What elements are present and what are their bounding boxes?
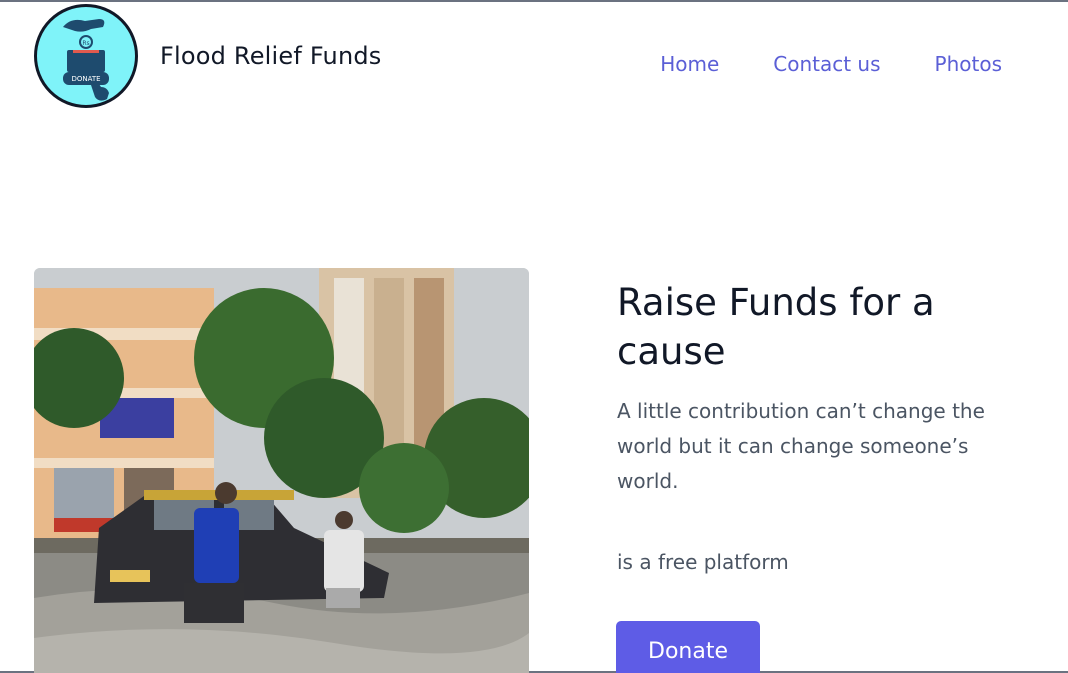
flood-scene-image — [34, 268, 529, 673]
nav-photos-link[interactable]: Photos — [935, 52, 1002, 76]
hero-flood-photo — [34, 268, 529, 673]
page-frame: Rs DONATE Flood Relief Funds Home Contac… — [0, 0, 1068, 673]
donate-button[interactable]: Donate — [616, 621, 760, 673]
platform-text: is a free platform — [617, 550, 789, 574]
donate-logo-icon: Rs DONATE — [63, 19, 109, 101]
donate-logo[interactable]: Rs DONATE — [34, 4, 138, 108]
site-title: Flood Relief Funds — [160, 42, 382, 70]
svg-text:Rs: Rs — [82, 40, 89, 47]
hero-headline: Raise Funds for a cause — [617, 281, 935, 373]
main-nav: Home Contact us Photos — [660, 52, 1002, 76]
nav-home-link[interactable]: Home — [660, 52, 719, 76]
hero-subtext: A little contribution can’t change the w… — [617, 399, 985, 493]
nav-contact-link[interactable]: Contact us — [773, 52, 880, 76]
